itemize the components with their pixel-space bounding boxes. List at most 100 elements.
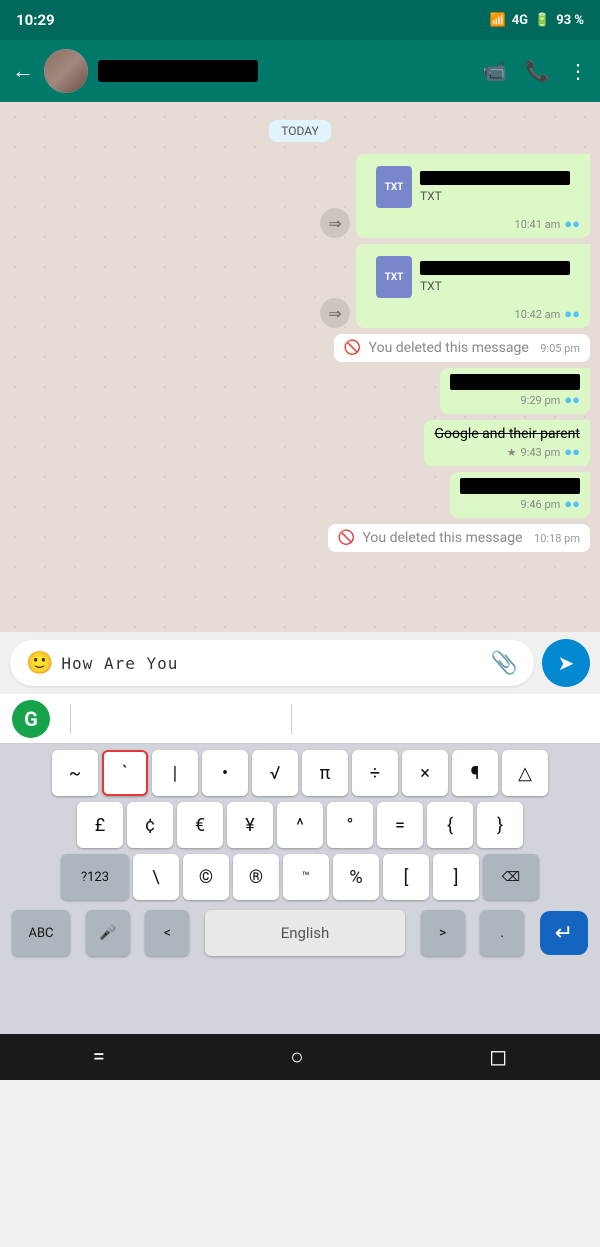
key-percent[interactable]: % [333,854,379,900]
key-registered[interactable]: ® [233,854,279,900]
key-degree[interactable]: ° [327,802,373,848]
message-row: ⇒ TXT TXT 10:41 am ●● [10,154,590,238]
msg-meta: 10:41 am ●● [366,216,580,232]
msg-time: 10:18 pm [534,532,580,545]
key-cent[interactable]: ¢ [127,802,173,848]
status-time: 10:29 [16,11,55,29]
more-options-icon[interactable]: ⋮ [568,59,588,83]
message-row: 9:29 pm ●● [10,368,590,414]
key-greater-than[interactable]: > [421,910,465,956]
key-sqrt[interactable]: √ [252,750,298,796]
signal-icon: 📶 [490,13,506,28]
backspace-key[interactable]: ⌫ [483,854,539,900]
message-input-text[interactable]: How Are You [61,654,482,673]
read-ticks: ●● [564,392,580,408]
file-name-redacted [420,261,570,275]
redacted-content [460,478,580,494]
deleted-message-bubble: 🚫 You deleted this message 9:05 pm [334,334,590,362]
back-button[interactable]: ← [12,58,34,84]
attach-icon[interactable]: 📎 [491,651,518,676]
message-row: 🚫 You deleted this message 10:18 pm [10,524,590,552]
strikethrough-text: Google and their parent [434,426,580,442]
key-row-bottom: ABC 🎤 < English > . ↵ [4,906,596,960]
deleted-text: You deleted this message [369,340,529,356]
key-mic[interactable]: 🎤 [86,910,130,956]
key-divide[interactable]: ÷ [352,750,398,796]
msg-time: 9:43 pm [521,446,561,459]
file-icon: TXT [376,166,412,208]
forward-icon-1[interactable]: ⇒ [320,208,350,238]
key-less-than[interactable]: < [145,910,189,956]
message-row: 9:46 pm ●● [10,472,590,518]
chat-area: TODAY ⇒ TXT TXT 10:41 am ●● ⇒ [0,102,600,632]
nav-back-icon[interactable]: ◻ [489,1045,507,1070]
key-lbracket[interactable]: [ [383,854,429,900]
key-caret[interactable]: ^ [277,802,323,848]
emoji-icon[interactable]: 🙂 [26,651,53,676]
key-period[interactable]: . [480,910,524,956]
voice-call-icon[interactable]: 📞 [525,59,550,83]
msg-time: 9:29 pm [521,394,561,407]
key-pi[interactable]: π [302,750,348,796]
contact-name[interactable] [98,60,258,82]
message-bubble[interactable]: TXT TXT 10:41 am ●● [356,154,590,238]
top-bar-actions: 📹 📞 ⋮ [482,59,588,83]
nav-menu-icon[interactable]: = [93,1045,105,1070]
deleted-icon: 🚫 [338,530,355,546]
key-backslash[interactable]: \ [133,854,179,900]
key-multiply[interactable]: × [402,750,448,796]
divider2 [291,704,292,734]
key-abc[interactable]: ABC [12,910,70,956]
grammarly-button[interactable]: G [12,700,50,738]
key-tilde[interactable]: ~ [52,750,98,796]
space-key[interactable]: English [205,910,405,956]
message-bubble[interactable]: 9:29 pm ●● [440,368,590,414]
key-copyright[interactable]: © [183,854,229,900]
message-row: ⇒ TXT TXT 10:42 am ●● [10,244,590,328]
key-pound[interactable]: £ [77,802,123,848]
read-ticks: ●● [564,216,580,232]
battery-level: 93 % [556,13,584,28]
key-backtick[interactable]: ` [102,750,148,796]
message-row: Google and their parent ★ 9:43 pm ●● [10,420,590,466]
key-rbrace[interactable]: } [477,802,523,848]
file-info: TXT [420,171,570,203]
send-button[interactable]: ➤ [542,639,590,687]
avatar[interactable] [44,49,88,93]
video-call-icon[interactable]: 📹 [482,59,507,83]
key-123[interactable]: ?123 [61,854,129,900]
key-rows: ~ ` | • √ π ÷ × ¶ △ £ ¢ € ¥ ^ ° = { } ?1… [0,744,600,960]
message-bubble[interactable]: 9:46 pm ●● [450,472,590,518]
key-rbracket[interactable]: ] [433,854,479,900]
key-bullet[interactable]: • [202,750,248,796]
read-ticks: ●● [564,306,580,322]
deleted-text: You deleted this message [362,530,522,546]
key-yen[interactable]: ¥ [227,802,273,848]
file-bubble: TXT TXT [366,250,580,304]
message-bubble[interactable]: Google and their parent ★ 9:43 pm ●● [424,420,590,466]
forward-icon-2[interactable]: ⇒ [320,298,350,328]
msg-meta: 9:29 pm ●● [450,392,580,408]
status-bar: 10:29 📶 4G 🔋 93 % [0,0,600,40]
top-bar: ← 📹 📞 ⋮ [0,40,600,102]
key-lbrace[interactable]: { [427,802,473,848]
key-trademark[interactable]: ™ [283,854,329,900]
divider [70,704,71,734]
msg-time: 9:46 pm [521,498,561,511]
msg-time: 10:42 am [515,308,561,321]
key-equals[interactable]: = [377,802,423,848]
message-bubble[interactable]: TXT TXT 10:42 am ●● [356,244,590,328]
key-pipe[interactable]: | [152,750,198,796]
key-euro[interactable]: € [177,802,223,848]
key-delta[interactable]: △ [502,750,548,796]
input-bar: 🙂 How Are You 📎 ➤ [0,632,600,694]
enter-key[interactable]: ↵ [540,911,588,955]
status-right: 📶 4G 🔋 93 % [490,13,584,28]
key-row-2: £ ¢ € ¥ ^ ° = { } [4,802,596,848]
message-input-field[interactable]: 🙂 How Are You 📎 [10,640,534,686]
file-type: TXT [420,279,570,293]
msg-meta: ★ 9:43 pm ●● [434,444,580,460]
file-name-redacted [420,171,570,185]
nav-home-icon[interactable]: ○ [290,1044,303,1070]
key-pilcrow[interactable]: ¶ [452,750,498,796]
